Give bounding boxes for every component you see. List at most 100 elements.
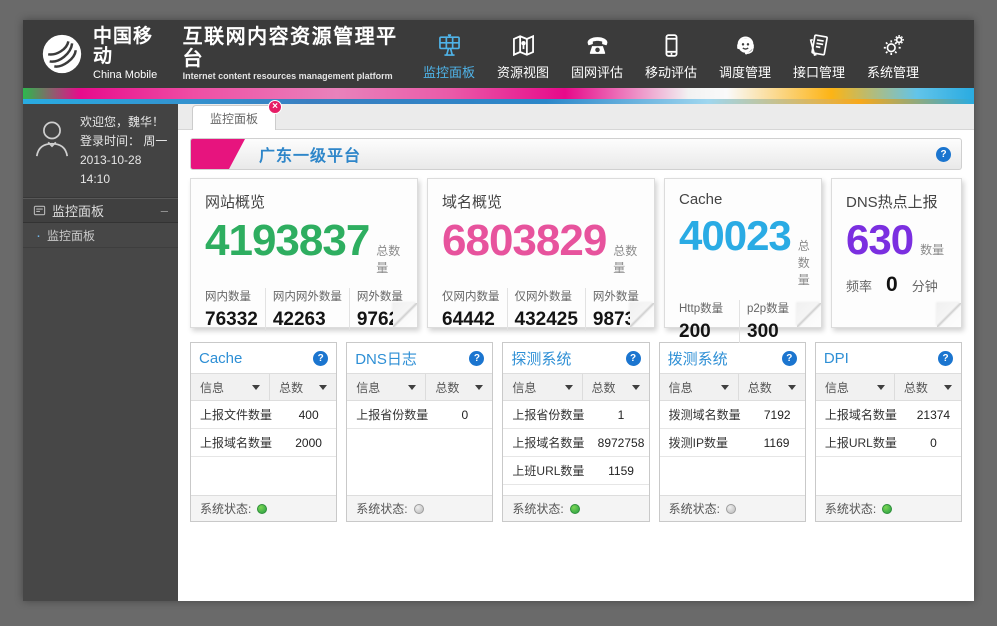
column-label: 信息 [825, 379, 849, 396]
tab-close-icon[interactable]: × [268, 100, 282, 114]
help-icon[interactable]: ? [782, 351, 797, 366]
help-icon[interactable]: ? [313, 351, 328, 366]
map-icon [510, 32, 537, 59]
help-icon[interactable]: ? [938, 351, 953, 366]
info-column-dropdown[interactable]: 信息 [816, 374, 895, 400]
card-total-value: 630 [846, 219, 913, 261]
phone-icon [584, 32, 611, 59]
tab-strip: 监控面板 × [178, 104, 974, 130]
row-label: 拨测域名数量 [660, 406, 750, 423]
column-label: 信息 [200, 379, 224, 396]
summary-cards-row: 网站概览 4193837 总数量 网内数量 76332 网内网外数量 42263 [190, 178, 962, 328]
nav-item-label: 接口管理 [782, 62, 856, 81]
card-domain-overview: 域名概览 6803829 总数量 仅网内数量 64442 仅网外数量 43242… [427, 178, 655, 328]
stat-label: 网内数量 [205, 288, 258, 304]
china-mobile-logo-icon [39, 31, 85, 77]
stat-label: 网外数量 [593, 288, 646, 304]
total-column-dropdown[interactable]: 总数 [583, 374, 649, 400]
nav-item-dashboard[interactable]: 监控面板 [412, 28, 486, 81]
help-icon[interactable]: ? [469, 351, 484, 366]
sidebar-item-dashboard[interactable]: · 监控面板 [23, 223, 178, 248]
brand-name-cn: 中国移动 [93, 27, 171, 69]
info-column-dropdown[interactable]: 信息 [347, 374, 426, 400]
card-total-label: 数量 [920, 241, 944, 258]
brand-block: 中国移动 China Mobile [93, 27, 171, 82]
panel-dpi: DPI ? 信息 总数 [815, 342, 962, 522]
info-column-dropdown[interactable]: 信息 [191, 374, 270, 400]
nav-item-resource-view[interactable]: 资源视图 [486, 28, 560, 81]
total-column-dropdown[interactable]: 总数 [895, 374, 961, 400]
dropdown-arrow-icon [877, 385, 885, 390]
status-dot [414, 504, 424, 514]
info-column-dropdown[interactable]: 信息 [660, 374, 739, 400]
freq-unit: 分钟 [912, 276, 938, 295]
table-row: 上报域名数量 2000 [191, 429, 336, 457]
row-value: 8972758 [593, 436, 648, 450]
dashboard-icon [436, 32, 463, 59]
column-label: 信息 [512, 379, 536, 396]
total-column-dropdown[interactable]: 总数 [739, 374, 805, 400]
info-column-dropdown[interactable]: 信息 [503, 374, 582, 400]
card-stat: 仅网内数量 64442 [442, 288, 507, 331]
sidebar-item-label: 监控面板 [47, 227, 95, 244]
panel-title: DPI [824, 350, 849, 367]
app-title-en: Internet content resources management pl… [183, 72, 412, 82]
table-row: 上报域名数量 21374 [816, 401, 961, 429]
collapse-icon[interactable]: – [161, 203, 168, 218]
table-row: 上报省份数量 1 [503, 401, 648, 429]
status-dot [882, 504, 892, 514]
system-status-label: 系统状态: [669, 500, 720, 517]
panel-cache: Cache ? 信息 总数 [190, 342, 337, 522]
row-label: 上报文件数量 [191, 406, 281, 423]
help-icon[interactable]: ? [936, 147, 951, 162]
nav-item-interface-mgmt[interactable]: 接口管理 [782, 28, 856, 81]
main-nav: 监控面板 资源视图 固网评估 [412, 28, 930, 81]
nav-item-label: 监控面板 [412, 62, 486, 81]
dropdown-arrow-icon [632, 385, 640, 390]
panel-title: 探测系统 [511, 348, 571, 369]
card-stat: 网外数量 97620 [349, 288, 417, 331]
nav-item-system-mgmt[interactable]: 系统管理 [856, 28, 930, 81]
login-datetime-text: 2013-10-28 14:10 [80, 151, 170, 189]
tab-label: 监控面板 [210, 110, 258, 127]
help-icon[interactable]: ? [626, 351, 641, 366]
row-label: 拨测IP数量 [660, 434, 749, 451]
total-column-dropdown[interactable]: 总数 [426, 374, 492, 400]
card-total-label: 总数量 [376, 242, 403, 276]
nav-item-dispatch-mgmt[interactable]: 调度管理 [708, 28, 782, 81]
panel-dns-log: DNS日志 ? 信息 总数 [346, 342, 493, 522]
column-label: 总数 [904, 379, 928, 396]
stat-value: 97620 [357, 309, 410, 331]
row-value: 1 [593, 408, 648, 422]
dropdown-arrow-icon [565, 385, 573, 390]
tab-dashboard[interactable]: 监控面板 × [192, 105, 276, 130]
decorative-ribbon [23, 88, 974, 104]
nav-item-mobile-eval[interactable]: 移动评估 [634, 28, 708, 81]
bullet-icon: · [36, 228, 41, 243]
status-dot [726, 504, 736, 514]
operator-icon [732, 32, 759, 59]
table-row: 上班URL数量 1159 [503, 457, 648, 485]
row-label: 上报省份数量 [347, 406, 437, 423]
panel-title: DNS日志 [355, 348, 417, 369]
column-label: 总数 [435, 379, 459, 396]
nav-item-fixed-net-eval[interactable]: 固网评估 [560, 28, 634, 81]
card-stat: 网内网外数量 42263 [265, 288, 349, 331]
app-title-cn: 互联网内容资源管理平台 [183, 26, 412, 70]
row-label: 上报省份数量 [503, 406, 593, 423]
row-label: 上班URL数量 [503, 462, 593, 479]
system-status-label: 系统状态: [512, 500, 563, 517]
card-total-value: 6803829 [442, 219, 606, 263]
platform-header-bar: 广东一级平台 ? [190, 138, 962, 170]
column-label: 信息 [669, 379, 693, 396]
app-header: 中国移动 China Mobile 互联网内容资源管理平台 Internet c… [23, 20, 974, 88]
dropdown-arrow-icon [475, 385, 483, 390]
pink-flag-decoration [190, 138, 248, 170]
total-column-dropdown[interactable]: 总数 [270, 374, 336, 400]
panel-probe-system: 探测系统 ? 信息 总数 [502, 342, 649, 522]
dropdown-arrow-icon [319, 385, 327, 390]
card-stat: 网内数量 76332 [205, 288, 265, 331]
system-status-label: 系统状态: [356, 500, 407, 517]
card-title: 网站概览 [205, 191, 403, 212]
sidebar-menu-header-dashboard[interactable]: 监控面板 – [23, 198, 178, 223]
